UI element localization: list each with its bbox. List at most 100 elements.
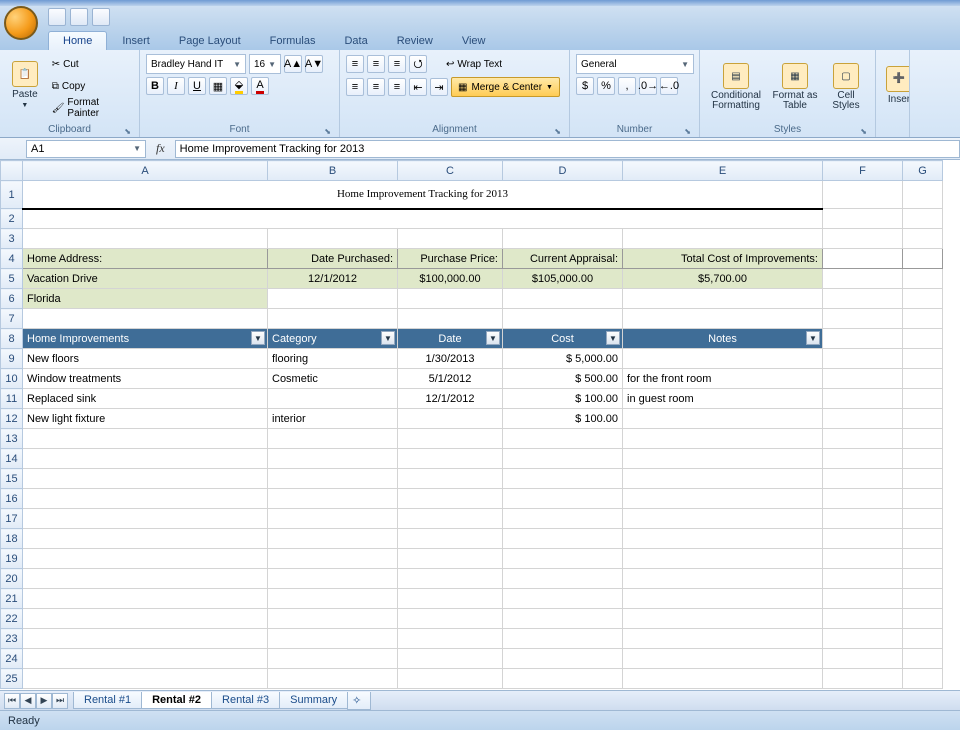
font-name-select[interactable]: Bradley Hand IT▼ (146, 54, 246, 74)
align-center-icon[interactable]: ≡ (367, 78, 385, 96)
row-header[interactable]: 16 (1, 489, 23, 509)
row-header[interactable]: 19 (1, 549, 23, 569)
cell[interactable]: Current Appraisal: (503, 249, 623, 269)
column-header-c[interactable]: C (398, 161, 503, 181)
row-header[interactable]: 22 (1, 609, 23, 629)
office-button[interactable] (4, 6, 38, 40)
qat-save-icon[interactable] (48, 8, 66, 26)
sheet-tab[interactable]: Rental #1 (73, 692, 142, 709)
cell[interactable]: Florida (23, 289, 268, 309)
cell[interactable]: $ 5,000.00 (503, 349, 623, 369)
row-header[interactable]: 10 (1, 369, 23, 389)
tab-data[interactable]: Data (330, 32, 381, 50)
insert-cells-button[interactable]: ➕ Inser (882, 52, 910, 118)
shrink-font-icon[interactable]: A▼ (305, 55, 323, 73)
column-header-e[interactable]: E (623, 161, 823, 181)
row-header[interactable]: 25 (1, 669, 23, 689)
column-header-d[interactable]: D (503, 161, 623, 181)
tab-nav-next-icon[interactable]: ▶ (36, 693, 52, 709)
filter-dropdown-icon[interactable]: ▼ (251, 331, 265, 345)
fill-color-button[interactable]: ⬙ (230, 77, 248, 95)
underline-button[interactable]: U (188, 77, 206, 95)
bold-button[interactable]: B (146, 77, 164, 95)
cell[interactable]: $ 100.00 (503, 409, 623, 429)
select-all-corner[interactable] (1, 161, 23, 181)
indent-decrease-icon[interactable]: ⇤ (409, 78, 427, 96)
cell[interactable]: interior (268, 409, 398, 429)
cell[interactable]: $5,700.00 (623, 269, 823, 289)
name-box[interactable]: A1▼ (26, 140, 146, 158)
paste-button[interactable]: 📋 Paste ▼ (6, 52, 44, 118)
font-color-button[interactable]: A (251, 77, 269, 95)
table-header-cell[interactable]: Notes▼ (623, 329, 823, 349)
cell[interactable]: Home Address: (23, 249, 268, 269)
cell[interactable]: 12/1/2012 (398, 389, 503, 409)
format-painter-button[interactable]: 🖌Format Painter (47, 98, 133, 118)
align-bottom-icon[interactable]: ≡ (388, 55, 406, 73)
sheet-tab[interactable]: Rental #3 (211, 692, 280, 709)
row-header[interactable]: 13 (1, 429, 23, 449)
filter-dropdown-icon[interactable]: ▼ (381, 331, 395, 345)
cell[interactable]: Replaced sink (23, 389, 268, 409)
row-header[interactable]: 23 (1, 629, 23, 649)
cell[interactable]: for the front room (623, 369, 823, 389)
filter-dropdown-icon[interactable]: ▼ (606, 331, 620, 345)
row-header[interactable]: 17 (1, 509, 23, 529)
copy-button[interactable]: ⧉Copy (47, 76, 133, 96)
filter-dropdown-icon[interactable]: ▼ (806, 331, 820, 345)
tab-page-layout[interactable]: Page Layout (165, 32, 255, 50)
row-header[interactable]: 15 (1, 469, 23, 489)
cell[interactable]: $ 500.00 (503, 369, 623, 389)
column-header-g[interactable]: G (903, 161, 943, 181)
row-header[interactable]: 24 (1, 649, 23, 669)
tab-view[interactable]: View (448, 32, 500, 50)
row-header[interactable]: 2 (1, 209, 23, 229)
conditional-formatting-button[interactable]: ▤ Conditional Formatting (706, 54, 766, 120)
row-header[interactable]: 18 (1, 529, 23, 549)
cell[interactable]: 1/30/2013 (398, 349, 503, 369)
tab-review[interactable]: Review (383, 32, 447, 50)
row-header[interactable]: 21 (1, 589, 23, 609)
wrap-text-button[interactable]: ↩Wrap Text (441, 54, 507, 74)
cell[interactable]: $ 100.00 (503, 389, 623, 409)
fx-icon[interactable]: fx (156, 141, 165, 156)
currency-icon[interactable]: $ (576, 77, 594, 95)
tab-nav-prev-icon[interactable]: ◀ (20, 693, 36, 709)
table-header-cell[interactable]: Date▼ (398, 329, 503, 349)
cell[interactable] (268, 389, 398, 409)
cell[interactable]: in guest room (623, 389, 823, 409)
filter-dropdown-icon[interactable]: ▼ (486, 331, 500, 345)
merge-center-button[interactable]: ▦Merge & Center▼ (451, 77, 560, 97)
row-header[interactable]: 1 (1, 181, 23, 209)
new-sheet-button[interactable]: ✧ (347, 692, 371, 710)
cell[interactable]: Date Purchased: (268, 249, 398, 269)
number-format-select[interactable]: General▼ (576, 54, 694, 74)
italic-button[interactable]: I (167, 77, 185, 95)
cell[interactable]: New light fixture (23, 409, 268, 429)
cell[interactable]: Window treatments (23, 369, 268, 389)
row-header[interactable]: 5 (1, 269, 23, 289)
increase-decimal-icon[interactable]: .0→ (639, 77, 657, 95)
align-left-icon[interactable]: ≡ (346, 78, 364, 96)
cell[interactable]: $100,000.00 (398, 269, 503, 289)
cell[interactable] (398, 409, 503, 429)
tab-nav-first-icon[interactable]: ⏮ (4, 693, 20, 709)
cell-styles-button[interactable]: ▢ Cell Styles (824, 54, 868, 120)
format-as-table-button[interactable]: ▦ Format as Table (769, 54, 821, 120)
column-header-b[interactable]: B (268, 161, 398, 181)
align-top-icon[interactable]: ≡ (346, 55, 364, 73)
row-header[interactable]: 8 (1, 329, 23, 349)
cell[interactable]: Vacation Drive (23, 269, 268, 289)
cell[interactable]: New floors (23, 349, 268, 369)
qat-redo-icon[interactable] (92, 8, 110, 26)
row-header[interactable]: 14 (1, 449, 23, 469)
cell[interactable]: Purchase Price: (398, 249, 503, 269)
cut-button[interactable]: ✂Cut (47, 54, 133, 74)
cell[interactable]: 12/1/2012 (268, 269, 398, 289)
cell[interactable]: $105,000.00 (503, 269, 623, 289)
row-header[interactable]: 7 (1, 309, 23, 329)
table-header-cell[interactable]: Home Improvements▼ (23, 329, 268, 349)
decrease-decimal-icon[interactable]: ←.0 (660, 77, 678, 95)
row-header[interactable]: 11 (1, 389, 23, 409)
table-header-cell[interactable]: Category▼ (268, 329, 398, 349)
